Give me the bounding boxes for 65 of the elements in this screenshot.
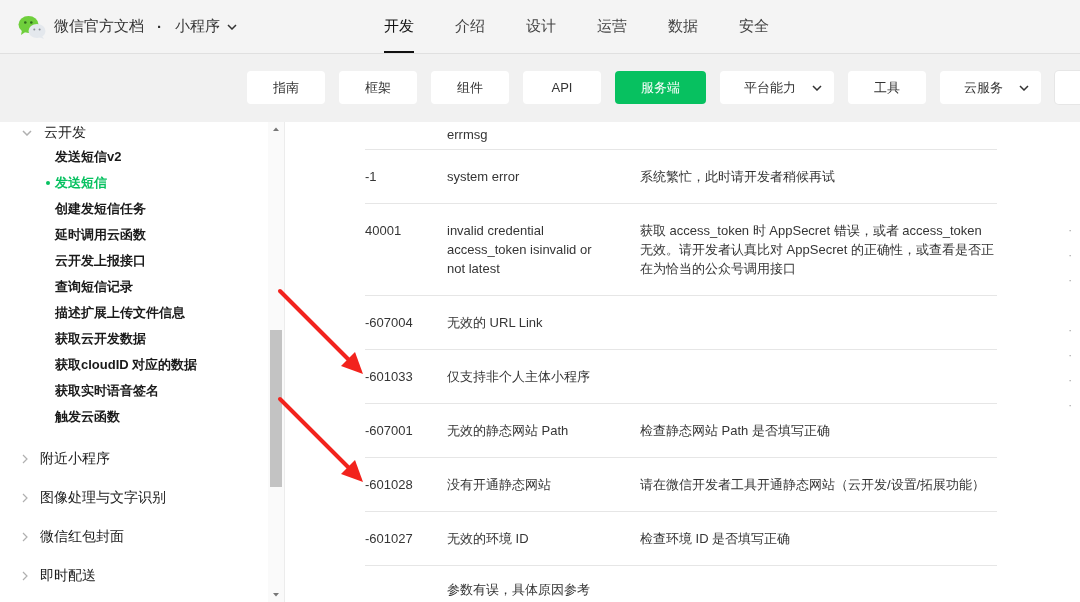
site-title[interactable]: 微信官方文档: [54, 17, 144, 36]
list-bullet: ·: [1068, 221, 1073, 239]
error-code: -601027: [365, 530, 414, 548]
product-switcher[interactable]: 小程序: [175, 17, 237, 36]
error-message: 参数有误，具体原因参考: [447, 581, 591, 599]
error-message: 仅支持非个人主体小程序: [447, 368, 591, 386]
scrollbar-thumb[interactable]: [270, 330, 282, 487]
chat-bubbles-logo-icon: [18, 14, 46, 39]
chevron-down-icon: [812, 84, 822, 91]
nav-button[interactable]: API: [523, 71, 601, 104]
error-message: 无效的静态网站 Path: [447, 422, 570, 440]
nav-tab[interactable]: 介绍: [455, 0, 485, 53]
sidebar-group[interactable]: 即时配送: [0, 556, 268, 595]
nav-button[interactable]: 平台能力: [720, 71, 834, 104]
list-bullet: ·: [1068, 246, 1073, 264]
sidebar-group[interactable]: 附近小程序: [0, 439, 268, 478]
list-bullet: ·: [1068, 346, 1073, 364]
error-message: invalid credential access_token isinvalid or not latest: [447, 222, 593, 278]
error-code: -601033: [365, 368, 414, 386]
nav-button[interactable]: 组件: [431, 71, 509, 104]
sidebar-group[interactable]: 云开发: [0, 122, 268, 144]
error-message: 无效的 URL Link: [447, 314, 544, 332]
error-message: errmsg: [447, 126, 489, 144]
error-solution: 获取 access_token 时 AppSecret 错误，或者 access_token 无效。请开发者认真比对 AppSecret 的正确性，或查看是否正在为恰当的公众号调用接口: [640, 222, 995, 278]
error-message: 没有开通静态网站: [447, 476, 552, 494]
sidebar-item[interactable]: 描述扩展上传文件信息: [46, 300, 268, 326]
error-code: -1: [365, 168, 378, 186]
separator-dot: ·: [157, 18, 162, 35]
nav-tab[interactable]: 设计: [526, 0, 556, 53]
list-bullet: ·: [1068, 321, 1073, 339]
sidebar-item[interactable]: 发送短信v2: [46, 144, 268, 170]
sidebar-item[interactable]: 创建发短信任务: [46, 196, 268, 222]
sidebar-item[interactable]: 获取cloudID 对应的数据: [46, 352, 268, 378]
nav-button[interactable]: 云服务: [940, 71, 1041, 104]
error-code: -607001: [365, 422, 414, 440]
chevron-down-icon: [227, 23, 237, 30]
nav-tab[interactable]: 安全: [739, 0, 769, 53]
list-bullet: ·: [1068, 396, 1073, 414]
error-solution: 检查静态网站 Path 是否填写正确: [640, 422, 831, 440]
nav-button[interactable]: 指南: [247, 71, 325, 104]
nav-tab[interactable]: 运营: [597, 0, 627, 53]
error-message: 无效的环境 ID: [447, 530, 530, 548]
nav-button[interactable]: 工具: [848, 71, 926, 104]
sidebar-item[interactable]: 查询短信记录: [46, 274, 268, 300]
nav-button[interactable]: 框架: [339, 71, 417, 104]
nav-tab[interactable]: 数据: [668, 0, 698, 53]
sidebar-item[interactable]: 云开发上报接口: [46, 248, 268, 274]
sidebar-group[interactable]: 微信红包封面: [0, 517, 268, 556]
bullet-icon: [46, 181, 50, 185]
sidebar-item[interactable]: 获取云开发数据: [46, 326, 268, 352]
error-code: -601028: [365, 476, 414, 494]
error-message: system error: [447, 168, 521, 186]
sidebar-item[interactable]: 延时调用云函数: [46, 222, 268, 248]
nav-button[interactable]: [1055, 71, 1080, 104]
sidebar-group[interactable]: 图像处理与文字识别: [0, 478, 268, 517]
chevron-down-icon: [1019, 84, 1029, 91]
list-bullet: ·: [1068, 271, 1073, 289]
sidebar-item[interactable]: 触发云函数: [46, 404, 268, 430]
error-solution: 请在微信开发者工具开通静态网站（云开发/设置/拓展功能）: [640, 476, 987, 494]
error-solution: 系统繁忙，此时请开发者稍候再试: [640, 168, 836, 186]
list-bullet: ·: [1068, 371, 1073, 389]
sidebar-item[interactable]: 获取实时语音签名: [46, 378, 268, 404]
error-solution: 检查环境 ID 是否填写正确: [640, 530, 792, 548]
error-code: -607004: [365, 314, 414, 332]
error-code: 40001: [365, 222, 403, 240]
